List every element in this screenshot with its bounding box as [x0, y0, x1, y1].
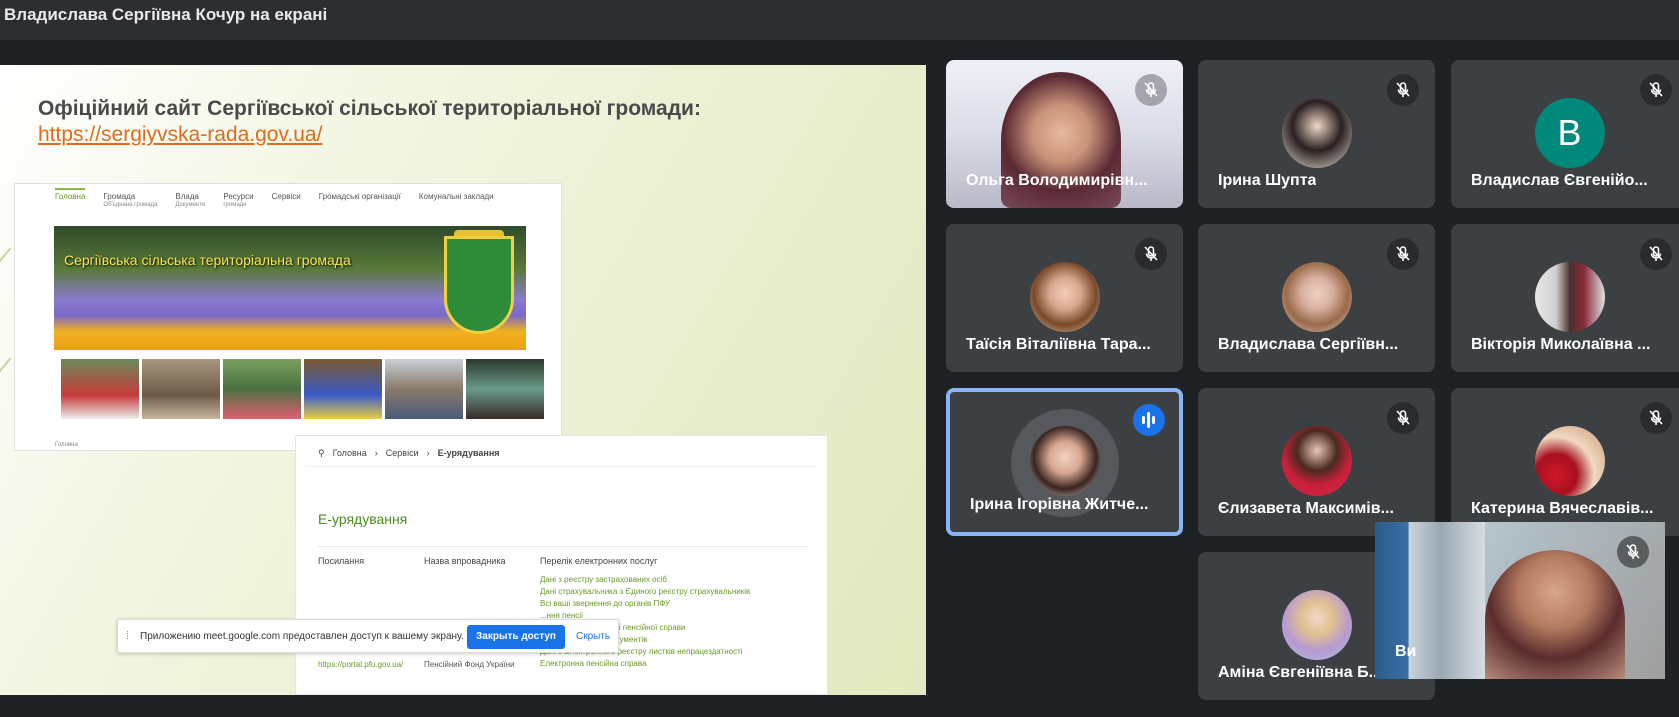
service-item: Електронна пенсійна справа [540, 659, 647, 668]
banner-text: Сергіївська сільська територіальна грома… [64, 252, 351, 268]
stop-sharing-button[interactable]: Закрыть доступ [467, 625, 565, 649]
column-header: Перелік електронних послуг [540, 556, 658, 566]
avatar [1534, 262, 1605, 332]
participant-name: Владислав Євгенійо... [1471, 172, 1648, 189]
participant-name: Ірина Ігорівна Житче... [970, 496, 1149, 513]
site-nav-item: Влада Документи [175, 192, 206, 208]
participant-name: Єлизавета Максимів... [1218, 500, 1394, 517]
service-item: Дані страхувальника з Єдиного реєстру ст… [540, 587, 751, 596]
mic-off-icon [1640, 238, 1672, 270]
mic-off-icon [1640, 402, 1672, 434]
website-screenshot-home: Головна Громада Об'єднана громада Влада До… [14, 183, 562, 451]
column-header: Назва впровадника [424, 556, 506, 566]
participant-tile[interactable]: Владислава Сергіївн... [1198, 224, 1435, 372]
site-banner: Сергіївська сільська територіальна грома… [54, 226, 526, 350]
column-header: Посилання [318, 556, 365, 566]
site-nav-item: Сервіси [271, 192, 301, 201]
breadcrumb-item: Головна [332, 448, 367, 458]
participant-tile[interactable]: Вікторія Миколаївна ... [1451, 224, 1679, 372]
participant-name: Таїсія Віталіївна Тара... [966, 336, 1151, 353]
site-nav-item: Громадські організації [318, 192, 401, 201]
mic-off-icon [1135, 238, 1167, 270]
presenter-title: Владислава Сергіївна Кочур на екрані [4, 5, 328, 24]
service-item: Всі ваші звернення до органів ПФУ [540, 599, 670, 608]
participant-tile[interactable]: В Владислав Євгенійо... [1451, 60, 1679, 208]
site-nav: Головна Громада Об'єднана громада Влада До… [55, 188, 494, 210]
self-view[interactable]: Ви [1375, 522, 1665, 679]
mic-off-icon [1387, 74, 1419, 106]
self-view-background [1375, 522, 1485, 679]
participant-tile[interactable]: Ірина Шупта [1198, 60, 1435, 208]
row-url: https://portal.pfu.gov.ua/ [318, 660, 404, 669]
slide-decoration [0, 247, 12, 265]
participant-tile-active-speaker[interactable]: Ірина Ігорівна Житче... [946, 388, 1183, 536]
participant-name: Аміна Євгеніївна Б... [1218, 664, 1382, 681]
shared-screen: Офіційний сайт Сергіївської сільської те… [0, 65, 926, 695]
drag-handle-icon[interactable]: ⁞ [126, 630, 129, 642]
participant-name: Ольга Володимирівн... [966, 172, 1148, 189]
coat-of-arms-icon [444, 236, 514, 334]
participant-tile[interactable]: Таїсія Віталіївна Тара... [946, 224, 1183, 372]
gallery-photo [223, 359, 301, 419]
site-footer: Головна [55, 442, 78, 448]
site-nav-item: Ресурси громади [223, 192, 254, 208]
service-item: Дані з реєстру застрахованих осіб [540, 575, 667, 584]
site-nav-item: Громада Об'єднана громада [103, 192, 158, 208]
section-heading: Е-урядування [318, 511, 408, 527]
mic-off-icon [1387, 238, 1419, 270]
avatar [1534, 426, 1605, 496]
participant-tile[interactable]: Ольга Володимирівн... [946, 60, 1183, 208]
hide-button[interactable]: Скрыть [576, 631, 610, 642]
breadcrumb-item: Сервіси [385, 448, 419, 458]
mic-off-icon [1387, 402, 1419, 434]
avatar-letter: В [1534, 98, 1605, 168]
slide-title: Офіційний сайт Сергіївської сільської те… [38, 97, 701, 120]
self-view-person [1485, 550, 1625, 679]
avatar [1281, 590, 1352, 660]
site-nav-item: Комунальні заклади [418, 192, 494, 201]
self-view-label: Ви [1395, 643, 1417, 660]
mic-off-icon [1135, 74, 1167, 106]
participant-tile[interactable]: Катерина Вячеславів... [1451, 388, 1679, 536]
site-nav-item: Головна [55, 188, 86, 210]
avatar [1281, 426, 1352, 496]
screen-share-bar: ⁞ Приложению meet.google.com предоставле… [117, 619, 619, 653]
chevron-right-icon: › [374, 448, 378, 458]
gallery-photo [142, 359, 220, 419]
slide-link[interactable]: https://sergiyvska-rada.gov.ua/ [38, 123, 322, 147]
divider [306, 466, 816, 467]
top-bar: Владислава Сергіївна Кочур на екрані [0, 0, 1679, 40]
gallery-photo [385, 359, 463, 419]
participant-name: Вікторія Миколаївна ... [1471, 336, 1651, 353]
avatar [1029, 426, 1100, 496]
website-screenshot-egov: ⚲ Головна › Сервіси › Е-урядування Е-уря… [295, 435, 828, 695]
gallery-photo [304, 359, 382, 419]
breadcrumb-item: Е-урядування [437, 448, 500, 458]
avatar [1029, 262, 1100, 332]
photo-gallery [61, 359, 544, 419]
mic-off-icon[interactable] [1617, 536, 1649, 568]
breadcrumb: ⚲ Головна › Сервіси › Е-урядування [318, 448, 500, 459]
row-name: Пенсійний Фонд України [424, 660, 515, 669]
participant-name: Катерина Вячеславів... [1471, 500, 1654, 517]
chevron-right-icon: › [426, 448, 430, 458]
location-pin-icon: ⚲ [318, 448, 325, 458]
speaking-indicator-icon [1133, 404, 1165, 436]
participant-name: Ірина Шупта [1218, 172, 1317, 189]
avatar [1281, 98, 1352, 168]
avatar [1281, 262, 1352, 332]
divider [318, 546, 808, 547]
participant-name: Владислава Сергіївн... [1218, 336, 1399, 353]
gallery-photo [61, 359, 139, 419]
mic-off-icon [1640, 74, 1672, 106]
gallery-photo [466, 359, 544, 419]
slide-decoration [0, 357, 12, 375]
participant-tile[interactable]: Єлизавета Максимів... [1198, 388, 1435, 536]
share-message: Приложению meet.google.com предоставлен … [140, 631, 464, 642]
